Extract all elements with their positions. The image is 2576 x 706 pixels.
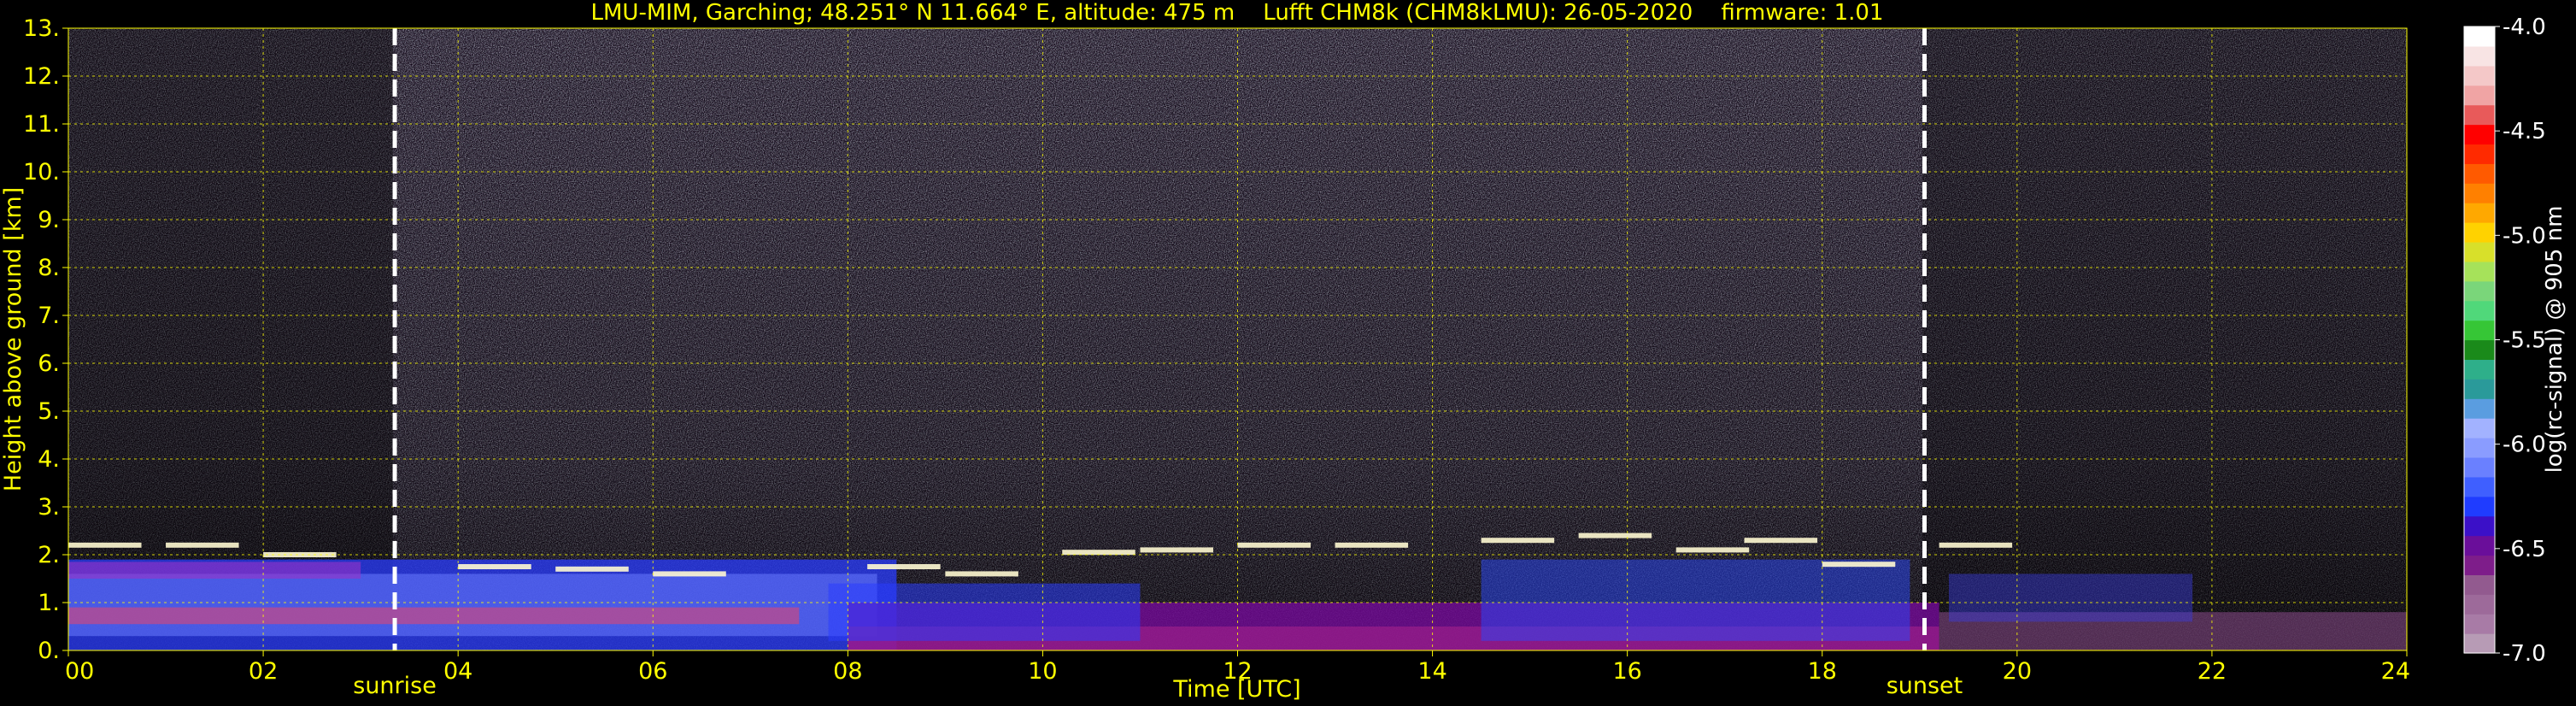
colorbar-segment bbox=[2464, 535, 2495, 556]
x-tick-label: 20 bbox=[2003, 658, 2032, 685]
colorbar-segment bbox=[2464, 104, 2495, 126]
cloud-return bbox=[68, 542, 142, 548]
cloud-return bbox=[1675, 547, 1750, 553]
colorbar-segment bbox=[2464, 359, 2495, 379]
colorbar-segment bbox=[2464, 594, 2495, 615]
y-tick-label: 8. bbox=[38, 255, 60, 281]
colorbar-tick-label: -4.0 bbox=[2503, 15, 2546, 40]
colorbar-segment bbox=[2464, 339, 2495, 361]
y-tick-label: 4. bbox=[38, 446, 60, 473]
colorbar-segment bbox=[2464, 65, 2495, 86]
backscatter-band bbox=[68, 562, 361, 579]
cloud-return bbox=[1822, 562, 1896, 568]
x-tick-label: 02 bbox=[249, 658, 278, 685]
colorbar: -4.0 -4.5 -5.0 -5.5 -6.0 -6.5 -7.0 bbox=[2463, 15, 2546, 667]
colorbar-tick-label: -5.0 bbox=[2503, 223, 2546, 249]
x-tick-label: 18 bbox=[1808, 658, 1837, 685]
colorbar-tick-label: -4.5 bbox=[2503, 119, 2546, 144]
backscatter-band bbox=[68, 607, 800, 625]
y-tick-label: 13. bbox=[23, 15, 60, 42]
colorbar-segment bbox=[2464, 124, 2495, 145]
x-tick-label: 00 bbox=[65, 658, 94, 685]
y-tick-label: 9. bbox=[38, 207, 60, 233]
colorbar-segment bbox=[2464, 163, 2495, 184]
colorbar-segment bbox=[2464, 26, 2495, 47]
y-tick-label: 2. bbox=[38, 542, 60, 568]
x-tick-label: 08 bbox=[833, 658, 862, 685]
colorbar-tick-label: -7.0 bbox=[2503, 641, 2546, 667]
x-tick-label: 22 bbox=[2198, 658, 2227, 685]
colorbar-segment bbox=[2464, 222, 2495, 243]
cloud-return bbox=[166, 542, 239, 548]
colorbar-segment bbox=[2464, 183, 2495, 203]
colorbar-segment bbox=[2464, 261, 2495, 282]
colorbar-label: log(rc-signal) @ 905 nm bbox=[2542, 206, 2567, 474]
cloud-return bbox=[1578, 532, 1652, 538]
x-tick-label: 04 bbox=[443, 658, 472, 685]
colorbar-tick-label: -6.0 bbox=[2503, 432, 2546, 458]
cloud-return bbox=[458, 564, 531, 569]
chart-title: LMU-MIM, Garching; 48.251° N 11.664° E, … bbox=[591, 0, 1884, 26]
y-tick-label: 5. bbox=[38, 398, 60, 425]
colorbar-tick-label: -5.5 bbox=[2503, 328, 2546, 354]
x-axis-label: Time [UTC] bbox=[1172, 676, 1300, 703]
y-tick-label: 11. bbox=[23, 111, 60, 138]
cloud-return bbox=[1335, 542, 1409, 548]
colorbar-segment bbox=[2464, 85, 2495, 106]
cloud-return bbox=[1744, 538, 1818, 544]
x-tick-label: 10 bbox=[1028, 658, 1057, 685]
y-tick-label: 1. bbox=[38, 590, 60, 616]
backscatter-band bbox=[828, 583, 1141, 641]
sunrise-label: sunrise bbox=[353, 673, 437, 699]
colorbar-segment bbox=[2464, 280, 2495, 302]
x-tick-label: 16 bbox=[1612, 658, 1641, 685]
colorbar-segment bbox=[2464, 300, 2495, 321]
y-axis-label: Height above ground [km] bbox=[0, 187, 26, 491]
y-tick-label: 12. bbox=[23, 63, 60, 90]
x-tick-label: 06 bbox=[638, 658, 667, 685]
colorbar-segment bbox=[2464, 633, 2495, 654]
colorbar-segment bbox=[2464, 144, 2495, 164]
ceilometer-chart: sunrise sunset 0. 1. 2. 3. 4. 5. 6. 7. 8. 9. 10. 11.… bbox=[0, 0, 2567, 703]
colorbar-segment bbox=[2464, 456, 2495, 478]
colorbar-segment bbox=[2464, 320, 2495, 341]
y-tick-label: 3. bbox=[38, 494, 60, 521]
cloud-return bbox=[867, 564, 941, 569]
colorbar-segment bbox=[2464, 614, 2495, 634]
cloud-return bbox=[653, 571, 726, 577]
colorbar-segment bbox=[2464, 574, 2495, 595]
y-tick-label: 0. bbox=[38, 638, 60, 664]
colorbar-segment bbox=[2464, 555, 2495, 575]
colorbar-segment bbox=[2464, 45, 2495, 67]
x-tick-label: 24 bbox=[2381, 658, 2410, 685]
cloud-return bbox=[1481, 538, 1555, 544]
colorbar-segment bbox=[2464, 515, 2495, 537]
colorbar-tick-label: -6.5 bbox=[2503, 537, 2546, 562]
colorbar-segment bbox=[2464, 203, 2495, 223]
x-tick-label: 14 bbox=[1417, 658, 1446, 685]
colorbar-segment bbox=[2464, 241, 2495, 262]
colorbar-segment bbox=[2464, 379, 2495, 399]
cloud-return bbox=[1062, 550, 1135, 556]
colorbar-segment bbox=[2464, 398, 2495, 419]
colorbar-segment bbox=[2464, 496, 2495, 517]
cloud-return bbox=[555, 566, 629, 572]
y-axis: 0. 1. 2. 3. 4. 5. 6. 7. 8. 9. 10. 11. 12. 13. bbox=[23, 15, 68, 664]
y-tick-label: 7. bbox=[38, 303, 60, 329]
colorbar-segment bbox=[2464, 476, 2495, 497]
y-tick-label: 6. bbox=[38, 350, 60, 377]
sunset-label: sunset bbox=[1887, 673, 1963, 699]
colorbar-segment bbox=[2464, 438, 2495, 458]
cloud-return bbox=[945, 571, 1018, 577]
backscatter-band bbox=[68, 574, 877, 637]
backscatter-band bbox=[1481, 559, 1910, 641]
backscatter-band bbox=[1949, 574, 2193, 622]
cloud-return bbox=[1939, 542, 2013, 548]
cloud-return bbox=[1237, 542, 1311, 548]
cloud-return bbox=[1140, 547, 1213, 553]
y-tick-label: 10. bbox=[23, 159, 60, 185]
colorbar-segment bbox=[2464, 418, 2495, 438]
